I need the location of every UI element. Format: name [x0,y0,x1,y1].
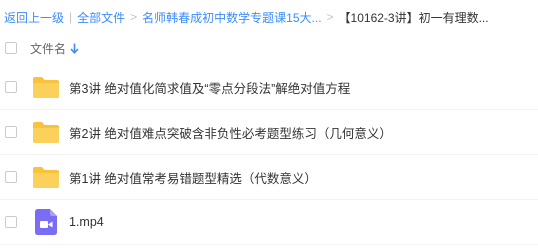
file-name[interactable]: 第2讲 绝对值难点突破含非负性必考题型练习（几何意义） [69,123,392,142]
select-all-checkbox[interactable] [5,42,17,54]
folder-icon [31,162,61,192]
name-column-header[interactable]: 文件名 [30,40,66,57]
breadcrumb-separator: > [326,10,334,24]
breadcrumb-divider: | [69,10,73,24]
folder-icon [31,117,61,147]
video-file-icon [31,207,61,237]
list-item[interactable]: 第1讲 绝对值常考易错题型精选（代数意义） [0,155,538,200]
row-checkbox[interactable] [5,126,17,138]
breadcrumb-separator: > [130,10,138,24]
list-item[interactable]: 1.mp4 [0,200,538,245]
all-files-link[interactable]: 全部文件 [77,9,125,26]
list-item[interactable]: 第2讲 绝对值难点突破含非负性必考题型练习（几何意义） [0,110,538,155]
folder-icon [31,72,61,102]
breadcrumb: 返回上一级 | 全部文件 > 名师韩春成初中数学专题课15大... > 【101… [4,8,489,26]
breadcrumb-current-folder: 【10162-3讲】初一有理数... [338,10,489,25]
back-link[interactable]: 返回上一级 [4,9,64,26]
list-header: 文件名 [0,35,538,61]
list-item[interactable]: 第3讲 绝对值化简求值及“零点分段法”解绝对值方程 [0,65,538,110]
row-checkbox[interactable] [5,216,17,228]
row-checkbox[interactable] [5,171,17,183]
file-list: 第3讲 绝对值化简求值及“零点分段法”解绝对值方程 第2讲 绝对值难点突破含非负… [0,65,538,245]
breadcrumb-folder-link[interactable]: 名师韩春成初中数学专题课15大... [142,9,321,26]
file-name[interactable]: 第3讲 绝对值化简求值及“零点分段法”解绝对值方程 [69,78,350,97]
file-name[interactable]: 第1讲 绝对值常考易错题型精选（代数意义） [69,168,317,187]
row-checkbox[interactable] [5,81,17,93]
file-name[interactable]: 1.mp4 [69,215,104,229]
arrow-down-icon[interactable] [70,43,79,54]
